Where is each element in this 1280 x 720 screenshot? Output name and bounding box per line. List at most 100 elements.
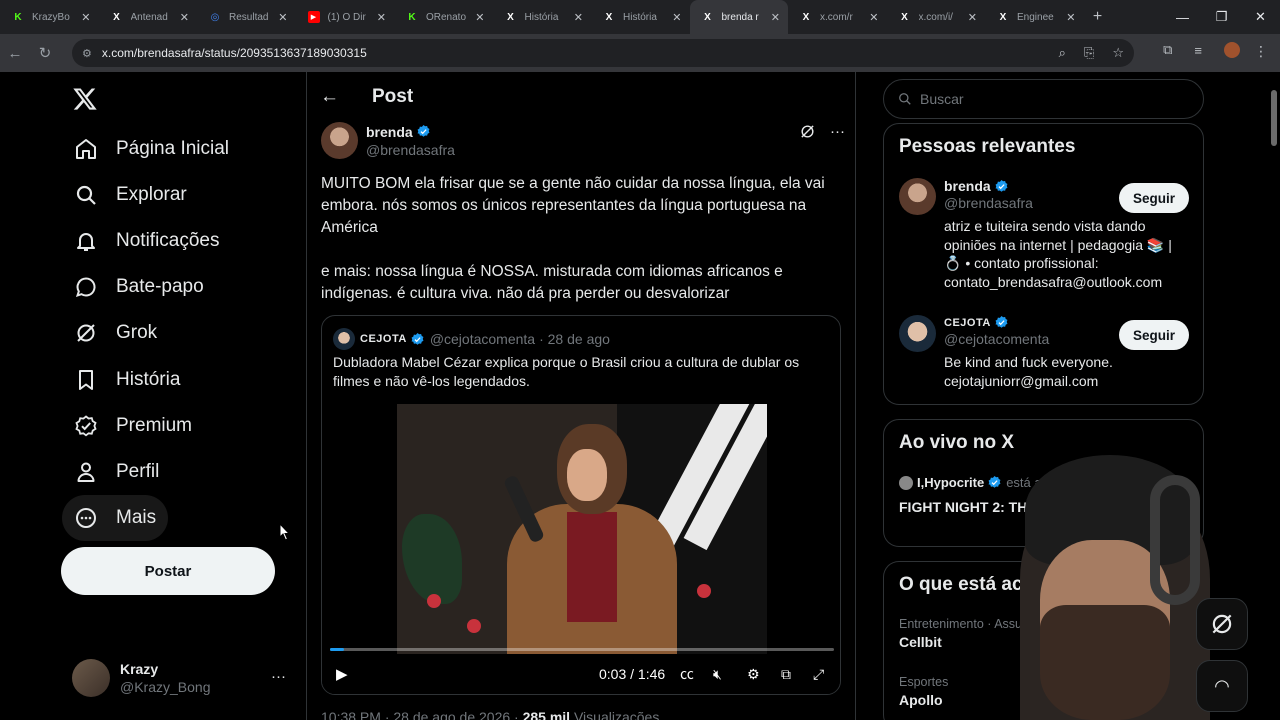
close-tab-icon[interactable]: ✕ [81, 11, 90, 24]
kick-icon: K [14, 11, 22, 23]
follow-button[interactable]: Seguir [1119, 183, 1189, 213]
reading-list-icon[interactable]: ≡ [1194, 43, 1202, 58]
view-count: 285 mil [522, 709, 571, 720]
scrollbar[interactable] [1268, 72, 1280, 720]
video-progress-bar[interactable] [330, 648, 834, 651]
browser-tab[interactable]: K ORenato ✕ [394, 0, 493, 34]
column-divider [855, 72, 856, 720]
extensions-icon[interactable]: ⧉ [1163, 42, 1172, 58]
post-paragraph: MUITO BOM ela frisar que se a gente não … [321, 175, 825, 236]
post-timestamp[interactable]: 10:38 PM · 28 de ago de 2026 · [321, 709, 519, 720]
close-tab-icon[interactable]: ✕ [771, 11, 780, 24]
follow-button[interactable]: Seguir [1119, 320, 1189, 350]
more-options-icon[interactable]: ··· [830, 123, 845, 140]
browser-tab[interactable]: X História ✕ [591, 0, 690, 34]
page-title: Post [372, 86, 414, 107]
captions-icon[interactable]: ㏄ [680, 664, 694, 684]
tab-title: x.com/i/ [918, 11, 953, 23]
close-tab-icon[interactable]: ✕ [278, 11, 287, 24]
back-arrow-icon[interactable]: ← [320, 86, 372, 108]
mute-icon[interactable]: 🔇︎ [713, 666, 722, 683]
site-info-icon[interactable]: ⚙ [82, 47, 92, 60]
video-frame[interactable] [397, 404, 767, 654]
sidebar-item-grok[interactable]: Grok [62, 310, 169, 356]
trend-item[interactable]: Esportes Apollo [899, 675, 948, 708]
avatar[interactable] [899, 178, 936, 215]
sidebar-item-p-gina-inicial[interactable]: Página Inicial [62, 126, 241, 172]
bookmark-star-icon[interactable]: ☆ [1112, 45, 1124, 61]
close-tab-icon[interactable]: ✕ [377, 11, 386, 24]
sidebar-item-hist-ria[interactable]: História [62, 357, 192, 403]
account-switcher[interactable]: Krazy @Krazy_Bong [72, 659, 210, 697]
profile-avatar[interactable] [1224, 42, 1240, 58]
fullscreen-icon[interactable]: ⤢ [813, 666, 824, 683]
account-handle: @Krazy_Bong [120, 679, 211, 695]
close-tab-icon[interactable]: ✕ [180, 11, 189, 24]
author-name[interactable]: brenda [366, 124, 413, 140]
x-logo-icon[interactable] [72, 86, 98, 112]
close-tab-icon[interactable]: ✕ [869, 11, 878, 24]
browser-tab[interactable]: Xx.com/i/ ✕ [887, 0, 986, 34]
close-tab-icon[interactable]: ✕ [968, 11, 977, 24]
video-player[interactable]: ▶ 0:03 / 1:46 ㏄ 🔇︎ ⚙ ⧉ ⤢ [322, 402, 840, 694]
back-icon[interactable]: ← [0, 45, 30, 62]
browser-tab[interactable]: X Enginee ✕ [985, 0, 1084, 34]
sidebar-item-perfil[interactable]: Perfil [62, 449, 171, 495]
close-tab-icon[interactable]: ✕ [672, 11, 681, 24]
address-bar[interactable]: ⚙ x.com/brendasafra/status/2093513637189… [72, 39, 1134, 67]
messages-floating-button[interactable]: ◠ [1196, 660, 1248, 712]
quote-date: · 28 de ago [539, 331, 610, 347]
post-button[interactable]: Postar [61, 547, 275, 595]
close-tab-icon[interactable]: ✕ [1066, 11, 1075, 24]
sidebar-item-explorar[interactable]: Explorar [62, 172, 199, 218]
browser-tab[interactable]: Xbrenda r ✕ [689, 0, 788, 34]
browser-tab[interactable]: K KrazyBo ✕ [0, 0, 99, 34]
sidebar-item-mais[interactable]: Mais [62, 494, 169, 541]
zoom-icon[interactable]: ⌕ [1059, 45, 1066, 61]
sidebar-item-bate-papo[interactable]: Bate-papo [62, 264, 216, 310]
new-tab-button[interactable]: + [1086, 8, 1110, 26]
verified-badge-icon [995, 179, 1008, 192]
browser-tab[interactable]: X História ✕ [493, 0, 592, 34]
close-window-icon[interactable]: ✕ [1241, 0, 1280, 34]
account-more-icon[interactable]: ··· [271, 668, 286, 685]
browser-tab[interactable]: X Antenad ✕ [99, 0, 198, 34]
browser-tab[interactable]: ▶ (1) O Dir ✕ [296, 0, 395, 34]
scrollbar-thumb[interactable] [1271, 90, 1277, 146]
grok-icon[interactable] [799, 123, 816, 140]
close-tab-icon[interactable]: ✕ [475, 11, 484, 24]
user-name[interactable]: brenda [944, 178, 991, 194]
webcam-overlay [1000, 455, 1210, 720]
avatar[interactable] [899, 315, 936, 352]
panel-title: Pessoas relevantes [899, 136, 1076, 157]
reload-icon[interactable]: ↻ [30, 44, 60, 62]
browser-tab[interactable]: ◎ Resultad ✕ [197, 0, 296, 34]
quoted-post[interactable]: CEJOTA @cejotacomenta · 28 de ago Dublad… [321, 315, 841, 695]
play-icon[interactable]: ▶ [336, 665, 348, 683]
search-placeholder: Buscar [920, 91, 964, 107]
user-name[interactable]: CEJOTA [944, 317, 991, 329]
grok-floating-button[interactable] [1196, 598, 1248, 650]
restore-icon[interactable]: ❐ [1202, 0, 1241, 34]
minimize-icon[interactable]: — [1163, 0, 1202, 34]
picture-in-picture-icon[interactable]: ⧉ [781, 666, 791, 683]
search-input[interactable]: Buscar [883, 79, 1204, 119]
x-icon: X [802, 11, 810, 23]
left-sidebar: Página Inicial Explorar Notificações Bate-p… [0, 72, 306, 720]
avatar [72, 659, 110, 697]
video-time: 0:03 / 1:46 [599, 666, 666, 682]
sidebar-item-notifica-es[interactable]: Notificações [62, 218, 232, 264]
close-tab-icon[interactable]: ✕ [574, 11, 583, 24]
kick-icon: K [408, 11, 416, 23]
browser-menu-icon[interactable]: ⋮ [1254, 43, 1268, 60]
sidebar-item-label: Grok [116, 322, 158, 344]
author-handle[interactable]: @brendasafra [366, 142, 455, 158]
settings-icon[interactable]: ⚙ [747, 666, 760, 683]
quote-author-handle: @cejotacomenta [429, 331, 536, 347]
avatar[interactable] [321, 122, 358, 159]
install-icon[interactable]: ⎘ [1084, 45, 1094, 61]
premium-icon [75, 414, 97, 437]
sidebar-item-premium[interactable]: Premium [62, 403, 204, 449]
browser-tab[interactable]: Xx.com/r ✕ [788, 0, 887, 34]
post-author[interactable]: brenda @brendasafra [321, 122, 455, 159]
